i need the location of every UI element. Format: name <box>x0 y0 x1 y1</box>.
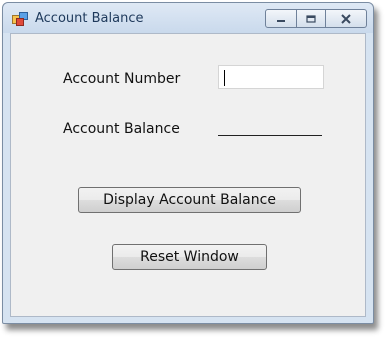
title-bar[interactable]: Account Balance <box>3 3 373 33</box>
account-balance-window: Account Balance Account Number Account B… <box>2 2 374 324</box>
window-title: Account Balance <box>35 11 144 26</box>
close-icon <box>341 13 351 24</box>
close-button[interactable] <box>326 9 367 28</box>
reset-window-button[interactable]: Reset Window <box>112 244 267 270</box>
maximize-icon <box>306 14 316 23</box>
account-number-label: Account Number <box>63 71 181 87</box>
account-balance-label: Account Balance <box>63 121 180 137</box>
window-controls <box>265 9 368 28</box>
form-client-area: Account Number Account Balance Display A… <box>10 33 366 317</box>
minimize-icon <box>277 19 285 22</box>
account-balance-output <box>218 135 322 136</box>
maximize-button[interactable] <box>297 9 326 28</box>
window-app-icon[interactable] <box>12 11 28 26</box>
display-account-balance-button[interactable]: Display Account Balance <box>78 187 301 213</box>
account-number-input[interactable] <box>218 65 324 89</box>
minimize-button[interactable] <box>265 9 297 28</box>
text-cursor <box>224 70 225 86</box>
